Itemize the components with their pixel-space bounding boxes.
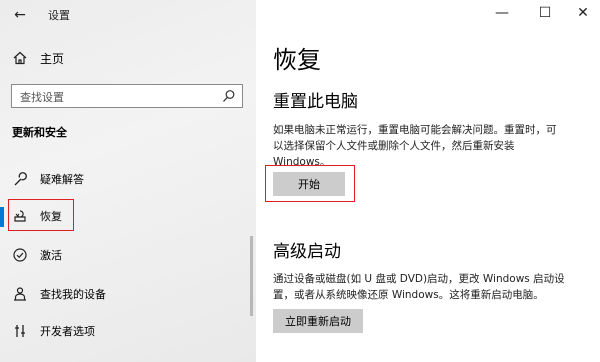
reset-description-line: Windows。 [273, 156, 331, 168]
sidebar-item-troubleshoot[interactable]: 疑难解答 [0, 164, 256, 194]
reset-description: 如果电脑未正常运行，重置电脑可能会解决问题。重置时，可 以选择保留个人文件或删除… [273, 122, 593, 170]
reset-description-line: 以选择保留个人文件或删除个人文件，然后重新安装 [273, 140, 515, 152]
search-input[interactable]: 查找设置 [11, 84, 243, 108]
sidebar-item-label: 查找我的设备 [40, 288, 106, 301]
home-label: 主页 [40, 51, 65, 66]
advanced-heading: 高级启动 [273, 242, 341, 262]
person-location-icon [14, 287, 26, 301]
developer-icon [15, 325, 25, 337]
sidebar-item-find-device[interactable]: 查找我的设备 [0, 279, 256, 309]
sidebar-item-label: 激活 [40, 249, 62, 262]
back-button[interactable]: ← [10, 5, 30, 25]
main-panel: — ☐ ✕ 恢复 重置此电脑 如果电脑未正常运行，重置电脑可能会解决问题。重置时… [256, 0, 600, 362]
search-icon[interactable] [222, 89, 236, 103]
advanced-description-line: 置，或者从系统映像还原 Windows。这将重新启动电脑。 [273, 289, 544, 301]
search-placeholder: 查找设置 [20, 91, 64, 104]
recovery-icon [14, 210, 26, 222]
maximize-button[interactable]: ☐ [533, 4, 557, 22]
reset-heading: 重置此电脑 [273, 92, 358, 112]
check-circle-icon [13, 248, 27, 262]
advanced-description: 通过设备或磁盘(如 U 盘或 DVD)启动，更改 Windows 启动设 置，或… [273, 271, 593, 303]
sidebar-item-activation[interactable]: 激活 [0, 240, 256, 270]
nav-home[interactable]: 主页 [12, 48, 64, 68]
restart-now-button[interactable]: 立即重新启动 [273, 309, 363, 333]
reset-start-button[interactable]: 开始 [273, 172, 345, 196]
section-title: 更新和安全 [12, 126, 67, 139]
reset-description-line: 如果电脑未正常运行，重置电脑可能会解决问题。重置时，可 [273, 124, 557, 136]
sidebar-scrollbar[interactable] [250, 236, 253, 316]
sidebar-item-label: 疑难解答 [40, 173, 84, 186]
sidebar-item-recovery[interactable]: 恢复 [0, 201, 256, 231]
window-title: 设置 [48, 9, 70, 22]
sidebar-item-developer[interactable]: 开发者选项 [0, 316, 256, 346]
minimize-button[interactable]: — [490, 4, 514, 22]
sidebar: ← 设置 主页 查找设置 更新和安全 疑难解答 恢复 激活 查找我的设备 开发者… [0, 0, 256, 362]
page-title: 恢复 [273, 46, 321, 74]
close-button[interactable]: ✕ [571, 4, 595, 22]
wrench-icon [14, 172, 27, 186]
sidebar-item-label: 开发者选项 [40, 325, 95, 338]
advanced-description-line: 通过设备或磁盘(如 U 盘或 DVD)启动，更改 Windows 启动设 [273, 273, 565, 285]
home-icon [13, 51, 27, 65]
sidebar-item-label: 恢复 [40, 210, 62, 223]
